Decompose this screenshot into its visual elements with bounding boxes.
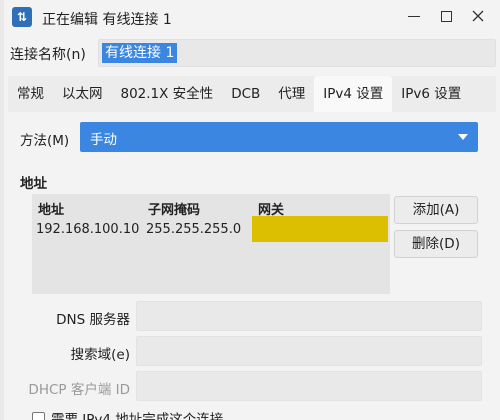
tab-ipv4-settings[interactable]: IPv4 设置 [314, 76, 393, 112]
tab-8021x-security[interactable]: 802.1X 安全性 [112, 76, 223, 112]
search-domains-label: 搜索域(e) [70, 347, 130, 363]
dns-servers-label: DNS 服务器 [56, 312, 130, 328]
connection-name-value: 有线连接 1 [102, 43, 178, 63]
dhcp-client-id-input[interactable] [136, 371, 482, 401]
close-button[interactable] [464, 4, 492, 28]
title-bar: ⇅ 正在编辑 有线连接 1 [4, 0, 500, 34]
method-value: 手动 [90, 132, 117, 148]
maximize-button[interactable] [432, 4, 460, 28]
delete-address-button[interactable]: 删除(D) [394, 230, 478, 258]
require-ipv4-row[interactable]: 需要 IPv4 地址完成这个连接 [32, 408, 223, 420]
column-header-address[interactable]: 地址 [38, 199, 64, 218]
method-label: 方法(M) [20, 133, 70, 149]
maximize-icon [440, 10, 452, 22]
tab-ethernet[interactable]: 以太网 [53, 76, 112, 112]
connection-name-input[interactable]: 有线连接 1 [98, 39, 496, 67]
network-app-icon: ⇅ [12, 7, 32, 27]
require-ipv4-label: 需要 IPv4 地址完成这个连接 [51, 412, 224, 420]
dns-servers-input[interactable] [136, 301, 482, 331]
connection-editor-window: ⇅ 正在编辑 有线连接 1 连接名称(n) 有线连接 1 常规 以太网 802.… [4, 0, 500, 420]
tab-general[interactable]: 常规 [8, 76, 53, 112]
dhcp-client-id-label: DHCP 客户端 ID [28, 382, 130, 398]
tab-dcb[interactable]: DCB [222, 76, 269, 112]
tab-ipv6-settings[interactable]: IPv6 设置 [392, 76, 470, 112]
tab-proxy[interactable]: 代理 [269, 76, 314, 112]
add-address-button[interactable]: 添加(A) [394, 196, 478, 224]
cell-address[interactable]: 192.168.100.10 [36, 222, 139, 237]
close-icon [472, 10, 484, 22]
settings-tabs: 常规 以太网 802.1X 安全性 DCB 代理 IPv4 设置 IPv6 设置 [8, 76, 496, 112]
cell-gateway-editing[interactable] [252, 216, 388, 242]
connection-name-label: 连接名称(n) [10, 47, 86, 63]
cell-netmask[interactable]: 255.255.255.0 [146, 222, 241, 237]
method-select[interactable]: 手动 [80, 122, 478, 152]
chevron-down-icon [458, 134, 468, 140]
column-header-netmask[interactable]: 子网掩码 [148, 199, 200, 218]
addresses-heading: 地址 [20, 176, 47, 192]
minimize-icon [408, 15, 420, 17]
require-ipv4-checkbox[interactable] [32, 412, 45, 420]
minimize-button[interactable] [400, 4, 428, 28]
addresses-table[interactable]: 地址 子网掩码 网关 192.168.100.10 255.255.255.0 [32, 194, 390, 294]
window-title: 正在编辑 有线连接 1 [42, 12, 172, 28]
search-domains-input[interactable] [136, 336, 482, 366]
